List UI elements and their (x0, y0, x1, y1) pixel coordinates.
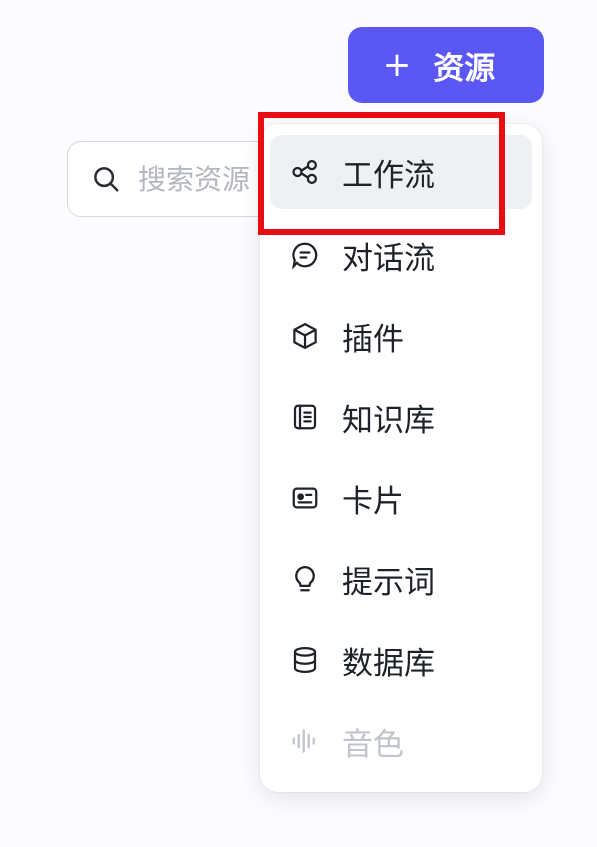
menu-item-label: 提示词 (342, 564, 435, 601)
menu-item-workflow[interactable]: 工作流 (270, 135, 532, 209)
plugin-cube-icon (288, 319, 322, 353)
chat-flow-icon (288, 238, 322, 272)
menu-item-voice: 音色 (270, 704, 532, 778)
knowledge-base-icon (288, 400, 322, 434)
database-icon (288, 643, 322, 677)
menu-item-chat-flow[interactable]: 对话流 (270, 218, 532, 292)
workflow-icon (288, 155, 322, 189)
menu-item-label: 知识库 (342, 402, 435, 439)
menu-item-label: 插件 (342, 321, 404, 358)
voice-waveform-icon (288, 724, 322, 758)
menu-item-knowledge-base[interactable]: 知识库 (270, 380, 532, 454)
plus-icon: + (382, 45, 412, 85)
menu-item-label: 数据库 (342, 645, 435, 682)
menu-item-label: 对话流 (342, 240, 435, 277)
menu-item-plugin[interactable]: 插件 (270, 299, 532, 373)
menu-item-database[interactable]: 数据库 (270, 623, 532, 697)
menu-item-label: 音色 (342, 726, 404, 763)
menu-item-card[interactable]: 卡片 (270, 461, 532, 535)
menu-item-prompt[interactable]: 提示词 (270, 542, 532, 616)
menu-item-label: 卡片 (342, 483, 404, 520)
search-icon (88, 161, 124, 197)
search-input[interactable] (138, 162, 268, 196)
resource-type-menu: 工作流 对话流 插件 知识库 卡片 提示词 数据库 音色 (260, 124, 542, 792)
card-icon (288, 481, 322, 515)
add-resource-button[interactable]: + 资源 (348, 27, 544, 103)
add-resource-label: 资源 (433, 50, 496, 87)
prompt-bulb-icon (288, 562, 322, 596)
menu-item-label: 工作流 (342, 157, 435, 194)
